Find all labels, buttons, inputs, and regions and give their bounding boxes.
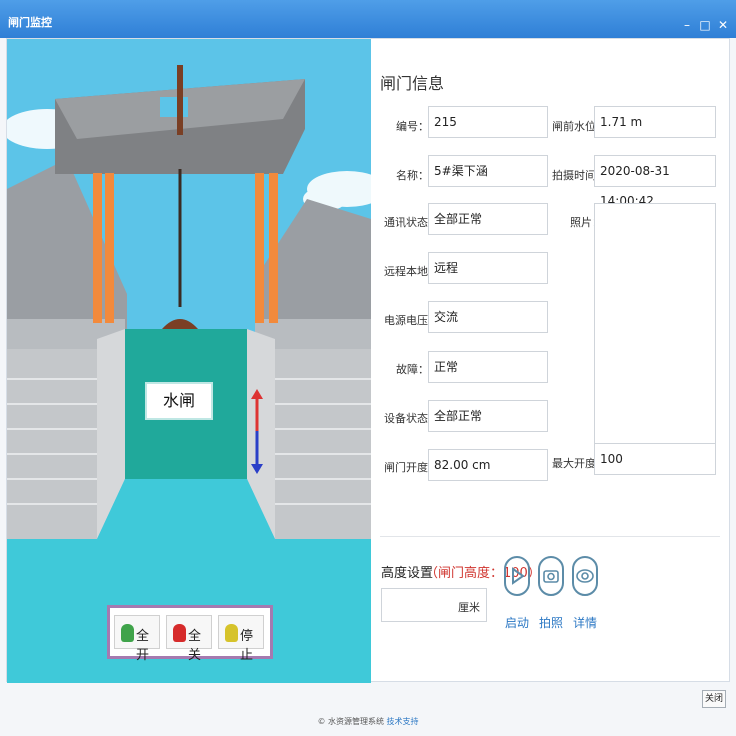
close-button[interactable]: 关闭 [702, 690, 726, 708]
red-lamp-icon [173, 624, 186, 642]
stop-button[interactable]: 停止 [218, 615, 264, 663]
footer-link[interactable]: 技术支持 [387, 717, 419, 726]
close-icon[interactable]: ✕ [716, 18, 730, 32]
height-unit: 厘米 [458, 601, 480, 614]
id-field: 215 [428, 106, 548, 138]
stop-label: 停止 [240, 629, 254, 663]
section-divider [380, 536, 720, 537]
detail-label: 详情 [572, 616, 597, 630]
gate-illustration [7, 39, 371, 683]
mode-field: 远程 [428, 252, 548, 284]
gate-control-bar: 全开 全关 停止 [107, 605, 273, 663]
minimize-icon[interactable]: – [680, 18, 694, 32]
name-label: 名称： [396, 169, 429, 182]
photo-box [594, 203, 716, 455]
eye-icon [572, 556, 598, 596]
camera-icon [538, 556, 564, 596]
footer: © 水资源管理系统 技术支持 [0, 716, 736, 727]
gate-monitor-window: 闸门监控 – □ ✕ 水闸 全开 全关 停止 闸门信息 编号： 215 名称： … [0, 0, 736, 736]
footer-text: © 水资源管理系统 [317, 717, 387, 726]
open-all-label: 全开 [136, 629, 150, 663]
yellow-lamp-icon [225, 624, 238, 642]
gate-label: 水闸 [145, 382, 213, 420]
height-input[interactable]: 厘米 [381, 588, 487, 622]
comm-field: 全部正常 [428, 203, 548, 235]
name-field: 5#渠下涵 [428, 155, 548, 187]
id-label: 编号： [396, 120, 429, 133]
green-lamp-icon [121, 624, 134, 642]
info-title: 闸门信息 [380, 74, 445, 93]
max-open-field: 100 [594, 443, 716, 475]
gate-scene: 水闸 全开 全关 停止 [7, 39, 371, 683]
close-all-label: 全关 [188, 629, 202, 663]
fault-label: 故障： [396, 363, 429, 376]
open-all-button[interactable]: 全开 [114, 615, 160, 663]
level-field: 1.71 m [594, 106, 716, 138]
device-field: 全部正常 [428, 400, 548, 432]
window-title: 闸门监控 [8, 16, 52, 29]
opening-field: 82.00 cm [428, 449, 548, 481]
fault-field: 正常 [428, 351, 548, 383]
title-bar: 闸门监控 – □ ✕ [0, 0, 736, 38]
detail-button[interactable]: 详情 [565, 556, 605, 631]
play-icon [504, 556, 530, 596]
voltage-field: 交流 [428, 301, 548, 333]
close-all-button[interactable]: 全关 [166, 615, 212, 663]
maximize-icon[interactable]: □ [698, 18, 712, 32]
time-field: 2020-08-31 14:00:42 [594, 155, 716, 208]
